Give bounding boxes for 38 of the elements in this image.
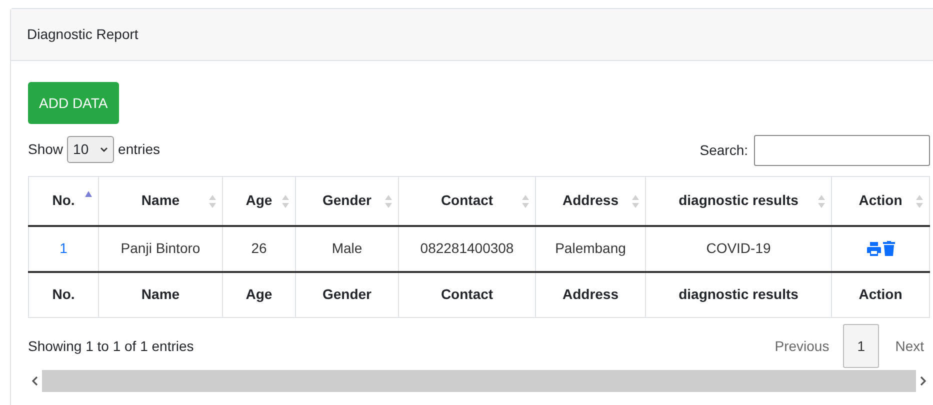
previous-button[interactable]: Previous <box>760 336 844 356</box>
column-header[interactable]: No. <box>28 176 98 226</box>
column-header[interactable]: Contact <box>398 176 536 226</box>
column-footer: Age <box>222 272 296 318</box>
chevron-down-icon <box>100 147 108 152</box>
sort-ascending-icon <box>85 191 92 197</box>
search-field[interactable] <box>754 135 930 166</box>
sort-icon <box>916 195 923 208</box>
column-header[interactable]: Name <box>98 176 222 226</box>
column-footer: No. <box>28 272 98 318</box>
column-footer: Address <box>536 272 646 318</box>
column-footer: Gender <box>296 272 398 318</box>
column-header[interactable]: Age <box>222 176 296 226</box>
sort-icon <box>522 195 529 208</box>
column-footer: Action <box>832 272 930 318</box>
column-header[interactable]: Gender <box>296 176 398 226</box>
sort-icon <box>385 195 392 208</box>
table-cell: 1 <box>28 226 98 272</box>
column-header[interactable]: diagnostic results <box>646 176 832 226</box>
sort-icon <box>818 195 825 208</box>
card-title: Diagnostic Report <box>27 25 138 44</box>
page-button[interactable]: 1 <box>843 324 880 368</box>
entries-select[interactable]: 10 <box>67 136 114 163</box>
column-header[interactable]: Action <box>832 176 930 226</box>
sort-icon <box>209 195 216 208</box>
next-button[interactable]: Next <box>879 336 930 356</box>
column-footer: Name <box>98 272 222 318</box>
column-footer: Contact <box>398 272 536 318</box>
sort-icon <box>282 195 289 208</box>
printer-icon[interactable] <box>866 242 880 256</box>
column-header[interactable]: Address <box>536 176 646 226</box>
entries-label: entries <box>118 140 160 159</box>
table-info: Showing 1 to 1 of 1 entries <box>28 336 194 356</box>
show-label: Show <box>28 140 64 159</box>
search-label: Search: <box>700 141 748 160</box>
column-footer: diagnostic results <box>646 272 832 318</box>
trash-icon[interactable] <box>882 241 894 256</box>
sort-icon <box>632 195 639 208</box>
